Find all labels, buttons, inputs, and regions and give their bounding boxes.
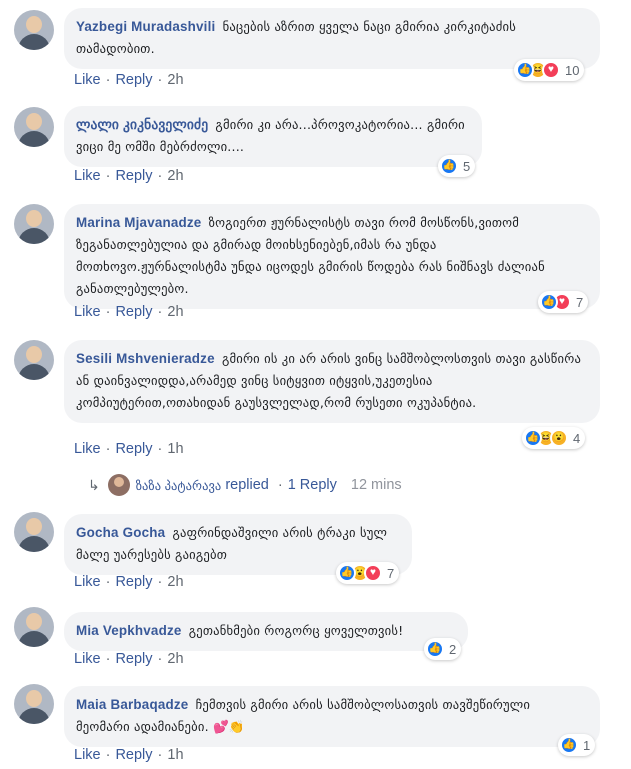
- comment-time[interactable]: 2h: [167, 72, 183, 88]
- comment-time[interactable]: 1h: [167, 747, 183, 763]
- comment-author[interactable]: Mia Vepkhvadze: [76, 623, 182, 638]
- reactions-summary[interactable]: 👍 2: [424, 638, 462, 660]
- comment-time[interactable]: 2h: [167, 574, 183, 590]
- comment-bubble: Mia Vepkhvadze გეთანხმები როგორც ყოველთვ…: [64, 612, 468, 651]
- reaction-count: 4: [573, 430, 581, 446]
- like-icon: 👍: [524, 429, 542, 447]
- comment-time[interactable]: 2h: [167, 651, 183, 667]
- reaction-count: 2: [449, 641, 457, 657]
- comment-author[interactable]: Maia Barbaqadze: [76, 697, 188, 712]
- reactions-summary[interactable]: 👍 5: [438, 155, 476, 177]
- avatar[interactable]: [14, 10, 54, 50]
- comment-actions: Like · Reply · 2h: [74, 574, 184, 590]
- reaction-count: 1: [583, 737, 591, 753]
- reaction-count: 7: [576, 294, 584, 310]
- avatar[interactable]: [14, 204, 54, 244]
- avatar: [107, 474, 130, 496]
- view-replies-link[interactable]: ↳ ზაზა პატარავა replied · 1 Reply 12 min…: [88, 473, 402, 497]
- reply-button[interactable]: Reply: [115, 168, 152, 184]
- comment-actions: Like · Reply · 2h: [74, 72, 184, 88]
- reply-time: 12 mins: [350, 477, 402, 493]
- like-button[interactable]: Like: [74, 651, 101, 667]
- like-button[interactable]: Like: [74, 304, 101, 320]
- like-button[interactable]: Like: [74, 72, 101, 88]
- comment-time[interactable]: 2h: [167, 304, 183, 320]
- like-icon: 👍: [338, 564, 356, 582]
- like-icon: 👍: [426, 640, 444, 658]
- comment-actions: Like · Reply · 2h: [74, 168, 184, 184]
- like-button[interactable]: Like: [74, 168, 101, 184]
- reaction-count: 7: [387, 565, 395, 581]
- comment-bubble: Sesili Mshvenieradze გმირი ის კი არ არის…: [64, 340, 600, 423]
- like-icon: 👍: [540, 293, 558, 311]
- like-button[interactable]: Like: [74, 574, 101, 590]
- comment-actions: Like · Reply · 1h: [74, 441, 184, 457]
- love-icon: ♥: [364, 564, 382, 582]
- comment-author[interactable]: Gocha Gocha: [76, 525, 165, 540]
- reply-verb[interactable]: replied: [225, 477, 269, 493]
- comment-time[interactable]: 1h: [167, 441, 183, 457]
- comment-text: გეთანხმები როგორც ყოველთვის!: [188, 623, 404, 638]
- reply-button[interactable]: Reply: [115, 72, 152, 88]
- reply-button[interactable]: Reply: [115, 304, 152, 320]
- comment-bubble: Maia Barbaqadze ჩემთვის გმირი არის სამშო…: [64, 686, 600, 747]
- reactions-summary[interactable]: 👍 😆 ♥ 10: [514, 59, 585, 81]
- avatar[interactable]: [14, 107, 54, 147]
- love-icon: ♥: [542, 61, 560, 79]
- wow-icon: 😮: [550, 429, 568, 447]
- avatar[interactable]: [14, 684, 54, 724]
- reply-button[interactable]: Reply: [115, 441, 152, 457]
- comment-author[interactable]: Yazbegi Muradashvili: [76, 19, 215, 34]
- like-button[interactable]: Like: [74, 747, 101, 763]
- comment-author[interactable]: ლალი კიკნაველიძე: [76, 117, 208, 132]
- like-icon: 👍: [440, 157, 458, 175]
- reply-button[interactable]: Reply: [115, 651, 152, 667]
- reply-button[interactable]: Reply: [115, 574, 152, 590]
- comment-author[interactable]: Marina Mjavanadze: [76, 215, 201, 230]
- reactions-summary[interactable]: 👍 😮 ♥ 7: [336, 562, 400, 584]
- reactions-summary[interactable]: 👍 1: [558, 734, 596, 756]
- reactions-summary[interactable]: 👍 😆 😮 4: [522, 427, 586, 449]
- reaction-count: 10: [565, 62, 580, 78]
- avatar[interactable]: [14, 512, 54, 552]
- reply-button[interactable]: Reply: [115, 747, 152, 763]
- reactions-summary[interactable]: 👍 ♥ 7: [538, 291, 589, 313]
- comment-actions: Like · Reply · 2h: [74, 651, 184, 667]
- reply-count[interactable]: 1 Reply: [288, 477, 337, 493]
- like-button[interactable]: Like: [74, 441, 101, 457]
- like-icon: 👍: [560, 736, 578, 754]
- comment-actions: Like · Reply · 1h: [74, 747, 184, 763]
- reply-author[interactable]: ზაზა პატარავა: [136, 478, 222, 493]
- comment-time[interactable]: 2h: [167, 168, 183, 184]
- comment-bubble: ლალი კიკნაველიძე გმირი კი არა...პროვოკატ…: [64, 106, 482, 167]
- like-icon: 👍: [516, 61, 534, 79]
- comment-bubble: Marina Mjavanadze ზოგიერთ ჟურნალისტს თავ…: [64, 204, 600, 309]
- avatar[interactable]: [14, 340, 54, 380]
- reply-arrow-icon: ↳: [88, 476, 100, 493]
- comment-actions: Like · Reply · 2h: [74, 304, 184, 320]
- avatar[interactable]: [14, 607, 54, 647]
- reaction-count: 5: [463, 158, 471, 174]
- comment-author[interactable]: Sesili Mshvenieradze: [76, 351, 215, 366]
- emoji-hearts-clap: 💕👏: [213, 719, 245, 734]
